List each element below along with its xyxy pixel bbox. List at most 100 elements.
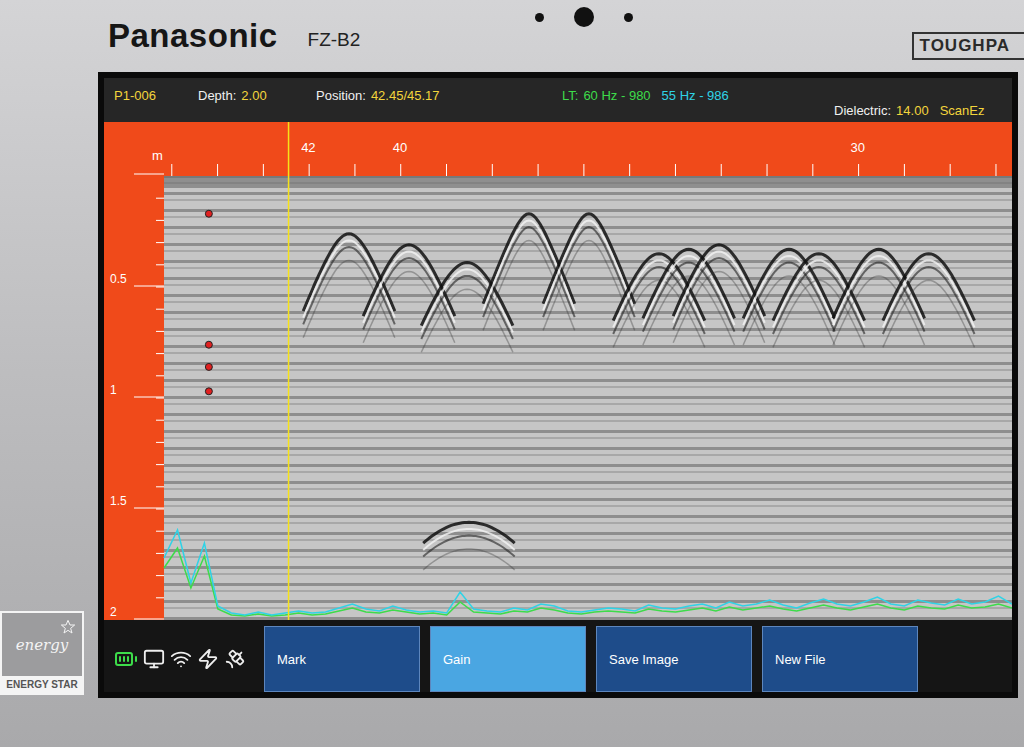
hyperbola — [883, 254, 975, 348]
power-icon — [197, 648, 219, 670]
depth-tick — [156, 220, 164, 221]
toolbar-button[interactable]: Gain — [430, 626, 586, 692]
hyperbola — [423, 522, 515, 570]
position-tick — [812, 164, 813, 176]
position-tick — [217, 164, 218, 176]
right-bezel — [1018, 72, 1024, 698]
position-ruler — [104, 122, 1012, 176]
bottom-bezel — [0, 698, 1024, 747]
line-trace-readout: LT:60 Hz - 98055 Hz - 986 — [562, 88, 834, 103]
position-tick — [492, 164, 493, 176]
position-tick — [263, 164, 264, 176]
depth-tick — [156, 442, 164, 443]
toolbar-button[interactable]: New File — [762, 626, 918, 692]
svg-text:1.5: 1.5 — [110, 494, 127, 508]
depth-axis — [104, 176, 164, 620]
position-tick — [721, 164, 722, 176]
depth-tick — [156, 375, 164, 376]
position-label: 42 — [301, 140, 315, 155]
position-tick — [400, 164, 401, 176]
signal-trace — [164, 530, 1012, 615]
depth-tick — [156, 398, 164, 399]
energy-star-label: ENERGY STAR — [2, 676, 82, 693]
status-header: P1-006Depth:2.00Position:42.45/45.17LT:6… — [104, 78, 1012, 122]
hyperbola — [613, 254, 705, 348]
depth-tick — [156, 242, 164, 243]
marker[interactable] — [205, 341, 212, 348]
depth-readout: Depth:2.00 — [198, 88, 316, 103]
hyperbola — [743, 249, 835, 345]
star-icon — [60, 619, 76, 635]
toolbar-button[interactable]: Save Image — [596, 626, 752, 692]
depth-tick — [156, 531, 164, 532]
depth-tick — [156, 509, 164, 510]
position-tick — [767, 164, 768, 176]
depth-tick — [156, 198, 164, 199]
position-tick — [354, 164, 355, 176]
position-tick — [309, 164, 310, 176]
energy-star-logo: energy ENERGY STAR — [0, 611, 84, 695]
model-label: FZ-B2 — [308, 29, 361, 51]
depth-tick — [156, 597, 164, 598]
sensor-icon — [535, 13, 544, 22]
position-cursor[interactable] — [288, 122, 290, 620]
position-tick — [538, 164, 539, 176]
signal-trace — [164, 548, 1012, 616]
marker[interactable] — [205, 363, 212, 370]
depth-label: 0.5 — [110, 272, 164, 286]
svg-text:2: 2 — [110, 605, 117, 619]
svg-text:0.5: 0.5 — [110, 272, 127, 286]
marker[interactable] — [205, 388, 212, 395]
depth-tick — [156, 553, 164, 554]
position-tick — [675, 164, 676, 176]
position-label: 40 — [393, 140, 407, 155]
depth-tick — [156, 309, 164, 310]
series-logo: TOUGHPA — [912, 32, 1024, 60]
depth-unit: m — [152, 148, 163, 163]
line-frequency: 60 Hz - 980 — [583, 88, 650, 103]
depth-tick — [156, 420, 164, 421]
depth-tick — [156, 353, 164, 354]
marker[interactable] — [205, 210, 212, 217]
position-readout: Position:42.45/45.17 — [316, 88, 562, 103]
dielectric-readout: Dielectric:14.00ScanEz — [834, 103, 1012, 122]
depth-tick — [156, 331, 164, 332]
energy-script: energy — [16, 636, 69, 654]
hyperbola — [833, 249, 925, 345]
position-tick — [583, 164, 584, 176]
toolbar: MarkGainSave ImageNew File — [104, 620, 1012, 692]
svg-text:1: 1 — [110, 383, 117, 397]
camera-icon — [574, 7, 594, 27]
battery-icon — [114, 647, 138, 671]
status-icons — [108, 626, 254, 692]
depth-tick — [156, 287, 164, 288]
depth-label: 1 — [110, 383, 164, 397]
radargram-chart[interactable]: m 42 40 30 0.5 1 1.5 2 — [104, 122, 1012, 620]
depth-tick — [156, 575, 164, 576]
position-tick — [629, 164, 630, 176]
depth-tick — [156, 464, 164, 465]
satellite-icon — [224, 648, 246, 670]
light-icon — [624, 13, 633, 22]
line-frequency: 55 Hz - 986 — [662, 88, 729, 103]
toolbar-button[interactable]: Mark — [264, 626, 420, 692]
camera — [535, 7, 633, 27]
position-tick — [950, 164, 951, 176]
depth-tick — [156, 486, 164, 487]
left-bezel: energy ENERGY STAR — [0, 72, 98, 698]
position-tick — [904, 164, 905, 176]
depth-label: 2 — [110, 605, 164, 619]
depth-label: 1.5 — [110, 494, 164, 508]
file-name: P1-006 — [114, 88, 198, 103]
radargram-plot — [164, 176, 1012, 620]
position-tick — [995, 164, 996, 176]
hyperbola — [543, 214, 635, 331]
screen-icon — [143, 648, 165, 670]
position-tick — [446, 164, 447, 176]
position-tick — [171, 164, 172, 176]
position-label: 30 — [851, 140, 865, 155]
depth-tick — [156, 264, 164, 265]
tablet: PanasonicFZ-B2TOUGHPAenergyENERGY STARP1… — [0, 0, 1024, 747]
surface-band — [164, 176, 1012, 188]
wifi-icon — [170, 648, 192, 670]
